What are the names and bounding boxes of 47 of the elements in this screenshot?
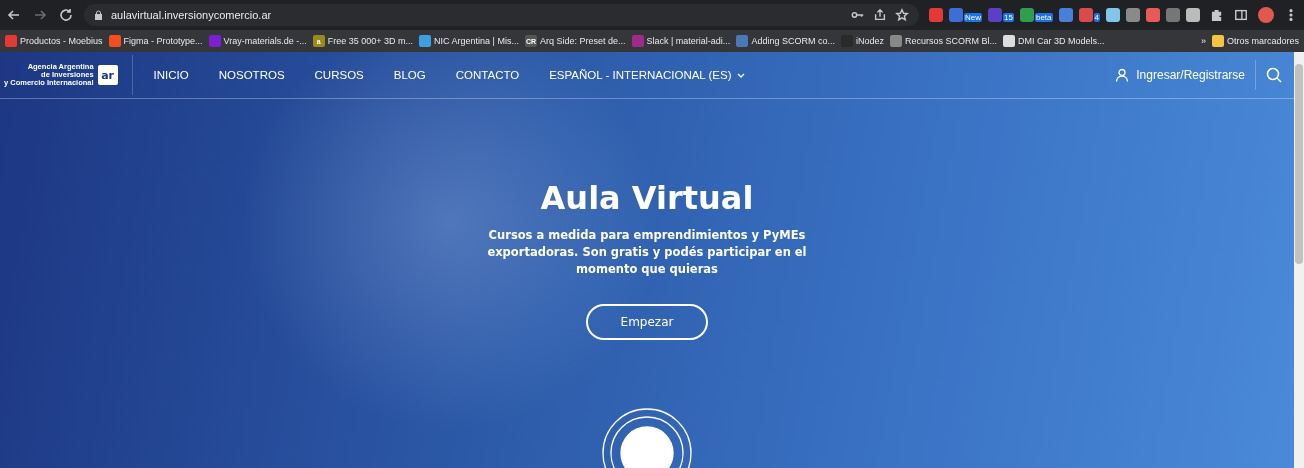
reload-icon[interactable] xyxy=(58,7,74,23)
star-icon[interactable] xyxy=(895,8,910,22)
extension-badge: New xyxy=(964,13,983,22)
extension-badge: 4 xyxy=(1093,13,1100,22)
extension-badge: 15 xyxy=(1003,13,1014,22)
user-icon xyxy=(1115,68,1130,82)
extension-badge: beta xyxy=(1034,13,1053,22)
bookmark-link[interactable]: Recursos SCORM Bl... xyxy=(904,36,997,46)
bookmark-link[interactable]: Adding SCORM co... xyxy=(751,36,835,46)
extension-icon[interactable] xyxy=(929,8,944,22)
extension-icon[interactable] xyxy=(1078,8,1093,22)
hero-title: Aula Virtual xyxy=(540,179,754,217)
bookmark-link[interactable]: DMI Car 3D Models... xyxy=(1017,36,1105,46)
bookmark-link[interactable]: iNodez xyxy=(855,36,884,46)
start-button[interactable]: Empezar xyxy=(586,304,708,340)
logo-mark: ar xyxy=(97,65,118,85)
extension-icon[interactable] xyxy=(988,8,1003,22)
nav-link[interactable]: ESPAÑOL - INTERNACIONAL (ES) xyxy=(534,69,760,81)
extension-icon[interactable] xyxy=(949,8,964,22)
extension-icon[interactable] xyxy=(1058,8,1073,22)
scrollbar[interactable] xyxy=(1294,52,1304,468)
nav-link[interactable]: INICIO xyxy=(138,69,204,81)
nav-link[interactable]: NOSOTROS xyxy=(203,69,300,81)
side-panel-icon[interactable] xyxy=(1234,8,1248,22)
extension-icon[interactable] xyxy=(1019,8,1034,22)
folder-icon xyxy=(1211,35,1224,47)
bookmark-link[interactable]: Productos - Moebius xyxy=(20,36,103,46)
nav-link[interactable]: CURSOS xyxy=(299,69,379,81)
search-icon[interactable] xyxy=(1266,67,1282,83)
nav-link[interactable]: CONTACTO xyxy=(440,69,535,81)
lock-icon xyxy=(94,10,103,20)
bookmark-link[interactable]: Vray-materials.de -... xyxy=(223,36,307,46)
profile-avatar[interactable] xyxy=(1258,7,1274,23)
bookmark-link[interactable]: NIC Argentina | Mis... xyxy=(434,36,519,46)
address-bar[interactable]: aulavirtual.inversionycomercio.ar xyxy=(84,4,920,26)
share-icon[interactable] xyxy=(873,8,888,22)
nav-link[interactable]: BLOG xyxy=(378,69,441,81)
bookmark-link[interactable]: Figma - Prototype... xyxy=(123,36,203,46)
more-bookmarks-button[interactable]: » xyxy=(1199,36,1207,46)
scroll-down-icon[interactable] xyxy=(602,408,692,468)
bookmark-link[interactable]: Arq Side: Preset de... xyxy=(539,36,626,46)
bookmark-link[interactable]: Free 35 000+ 3D m... xyxy=(327,36,414,46)
bookmark-folder[interactable]: Otros marcadores xyxy=(1226,36,1299,46)
hero-subtitle: Cursos a medida para emprendimientos y PyMEs exportadoras. Son gratis y podés participar en el momento que quieras xyxy=(486,227,808,278)
bookmark-link[interactable]: Slack | material-adi... xyxy=(646,36,731,46)
url-text: aulavirtual.inversionycomercio.ar xyxy=(111,9,273,21)
login-link[interactable]: Ingresar/Registrarse xyxy=(1136,68,1245,82)
